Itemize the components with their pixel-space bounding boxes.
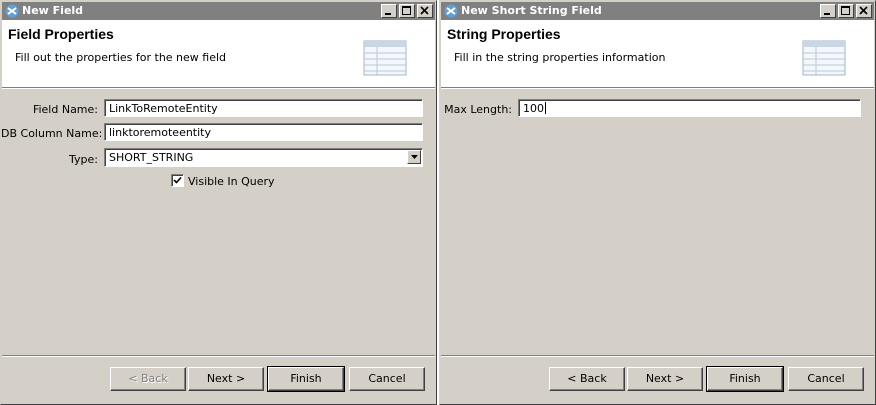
checkmark-icon xyxy=(173,176,182,184)
dropdown-button[interactable] xyxy=(407,150,421,164)
title-bar[interactable]: New Field xyxy=(2,2,435,20)
db-column-name-label: DB Column Name: xyxy=(1,127,103,140)
next-button[interactable]: Next > xyxy=(188,367,264,391)
page-title: Field Properties xyxy=(8,26,114,42)
page-title: String Properties xyxy=(447,26,561,42)
maximize-icon xyxy=(841,6,850,15)
title-bar[interactable]: New Short String Field xyxy=(441,2,874,20)
close-icon xyxy=(420,6,429,15)
field-name-input[interactable]: LinkToRemoteEntity xyxy=(104,99,423,117)
page-description: Fill in the string properties informatio… xyxy=(454,51,666,64)
close-button[interactable] xyxy=(856,4,872,18)
window-title: New Short String Field xyxy=(461,4,602,17)
finish-button[interactable]: Finish xyxy=(267,366,345,392)
type-select[interactable]: SHORT_STRING xyxy=(104,148,423,167)
text-caret xyxy=(545,102,546,114)
minimize-button[interactable] xyxy=(381,4,397,18)
page-description: Fill out the properties for the new fiel… xyxy=(15,51,227,64)
new-field-dialog: New Field Field Properties Fill out the … xyxy=(0,0,437,405)
chevron-down-icon xyxy=(411,155,418,159)
cancel-button[interactable]: Cancel xyxy=(788,367,864,391)
table-icon xyxy=(802,40,846,76)
wizard-header: Field Properties Fill out the properties… xyxy=(2,20,435,88)
close-icon xyxy=(859,6,868,15)
finish-button[interactable]: Finish xyxy=(706,366,784,392)
header-separator xyxy=(2,88,435,89)
minimize-icon xyxy=(385,13,391,15)
next-button[interactable]: Next > xyxy=(627,367,703,391)
visible-in-query-label[interactable]: Visible In Query xyxy=(188,175,275,188)
db-column-name-input[interactable]: linktoremoteentity xyxy=(104,123,423,141)
maximize-button[interactable] xyxy=(838,4,854,18)
max-length-value: 100 xyxy=(523,102,544,115)
wizard-header: String Properties Fill in the string pro… xyxy=(441,20,874,88)
new-short-string-field-dialog: New Short String Field String Properties… xyxy=(439,0,876,405)
window-title: New Field xyxy=(22,4,84,17)
type-select-value: SHORT_STRING xyxy=(109,151,194,164)
max-length-input[interactable]: 100 xyxy=(518,99,861,117)
type-label: Type: xyxy=(69,153,98,166)
app-logo-icon xyxy=(5,4,19,18)
minimize-button[interactable] xyxy=(820,4,836,18)
footer-separator xyxy=(2,355,435,357)
table-icon xyxy=(363,40,407,76)
header-separator xyxy=(441,88,874,89)
maximize-icon xyxy=(402,6,411,15)
footer-separator xyxy=(441,355,874,357)
app-logo-icon xyxy=(444,4,458,18)
back-button[interactable]: < Back xyxy=(549,367,625,391)
maximize-button[interactable] xyxy=(399,4,415,18)
visible-in-query-checkbox[interactable] xyxy=(171,174,184,187)
cancel-button[interactable]: Cancel xyxy=(349,367,425,391)
field-name-label: Field Name: xyxy=(32,103,98,116)
back-button[interactable]: < Back xyxy=(110,367,186,391)
close-button[interactable] xyxy=(417,4,433,18)
minimize-icon xyxy=(824,13,830,15)
max-length-label: Max Length: xyxy=(444,103,512,116)
